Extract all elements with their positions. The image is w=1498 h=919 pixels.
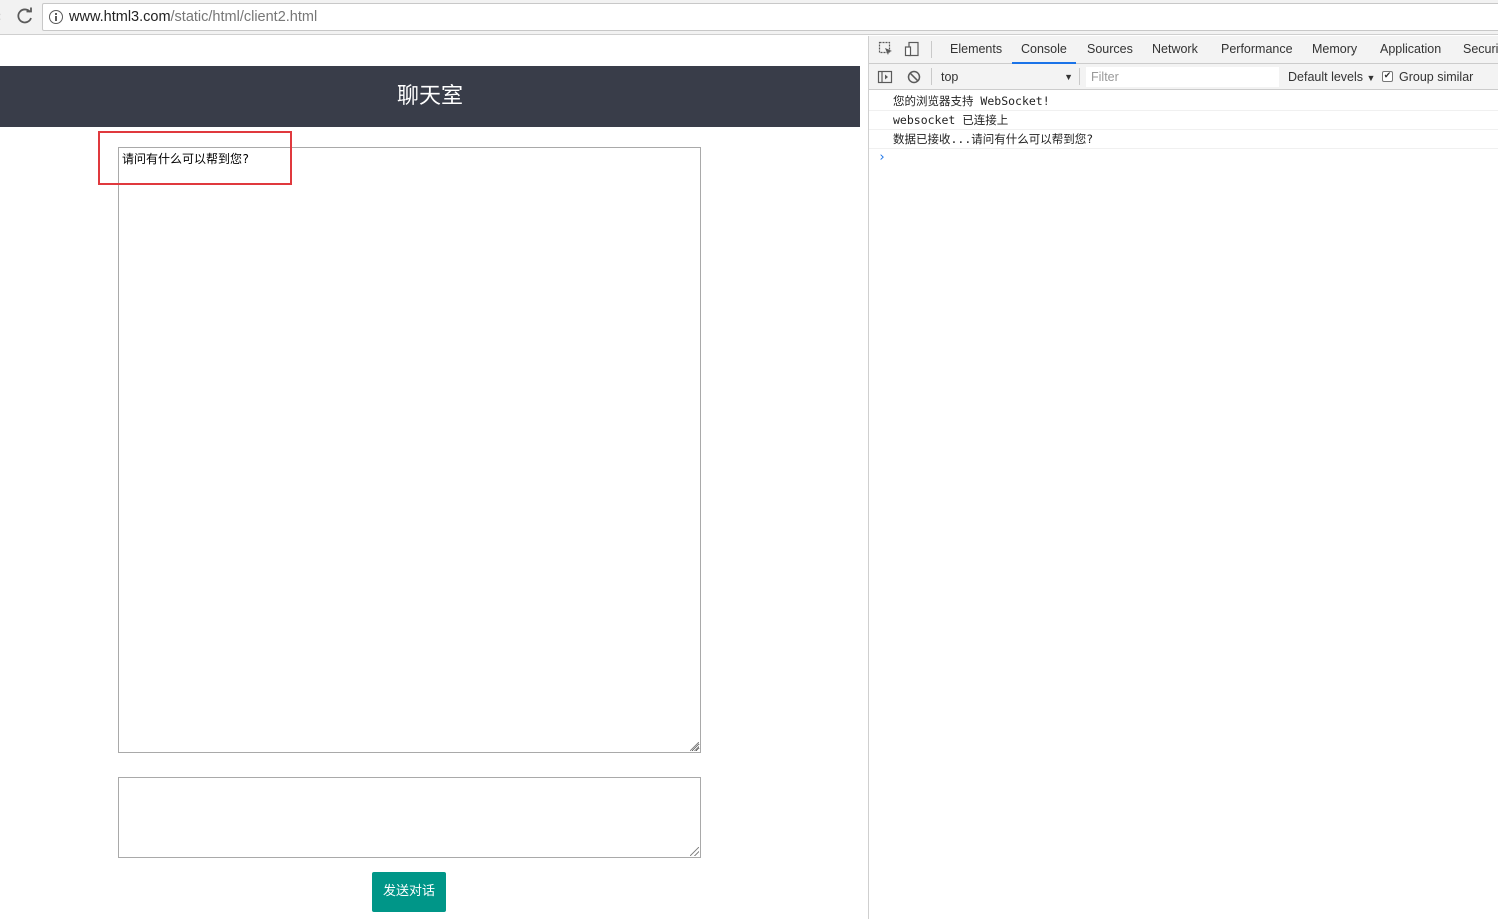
levels-label: Default levels <box>1288 70 1364 84</box>
url-host: www.html3.com <box>69 9 171 25</box>
group-similar-label: Group similar <box>1399 70 1474 84</box>
message-line: 请问有什么可以帮到您? <box>122 152 250 166</box>
message-display[interactable]: 请问有什么可以帮到您? <box>118 147 701 753</box>
url-path: /static/html/client2.html <box>170 9 318 25</box>
devtools-panel: Elements Console Sources Network Perform… <box>868 36 1498 919</box>
context-select[interactable]: top ▼ <box>941 68 1073 86</box>
tab-security[interactable]: Securi <box>1463 36 1498 64</box>
console-prompt-icon[interactable]: › <box>869 149 1498 168</box>
dropdown-arrow-icon: ▼ <box>1064 72 1073 82</box>
chat-page: 聊天室 请问有什么可以帮到您? 发送对话 <box>0 36 868 919</box>
resize-grip-icon[interactable] <box>690 742 699 751</box>
url-text[interactable]: www.html3.com/static/html/client2.html <box>69 8 317 26</box>
reload-icon[interactable] <box>15 6 35 26</box>
tab-elements[interactable]: Elements <box>950 36 1002 64</box>
devtools-tabbar: Elements Console Sources Network Perform… <box>869 36 1498 64</box>
default-levels-dropdown[interactable]: Default levels ▼ <box>1288 68 1375 87</box>
browser-toolbar: ‹ www.html3.com/static/html/client2.html <box>0 0 1498 35</box>
device-toolbar-icon[interactable] <box>904 41 920 57</box>
message-input[interactable] <box>118 777 701 858</box>
sidebar-toggle-icon[interactable] <box>877 69 893 85</box>
console-log-line: websocket 已连接上 <box>869 111 1498 130</box>
console-toolbar: top ▼ Filter Default levels ▼ ✔ Group si… <box>869 64 1498 90</box>
chat-header: 聊天室 <box>0 66 860 127</box>
filter-input[interactable]: Filter <box>1086 67 1279 87</box>
console-log-line: 数据已接收...请问有什么可以帮到您? <box>869 130 1498 149</box>
tab-console[interactable]: Console <box>1012 36 1076 64</box>
tab-application[interactable]: Application <box>1380 36 1441 64</box>
tab-memory[interactable]: Memory <box>1312 36 1357 64</box>
send-button[interactable]: 发送对话 <box>372 872 446 912</box>
dropdown-arrow-icon: ▼ <box>1366 73 1376 83</box>
page-title: 聊天室 <box>396 84 463 109</box>
back-icon[interactable]: ‹ <box>0 8 6 26</box>
inspect-element-icon[interactable] <box>878 41 894 57</box>
tab-performance[interactable]: Performance <box>1221 36 1293 64</box>
toolbar-separator <box>1079 68 1080 85</box>
console-log-line: 您的浏览器支持 WebSocket! <box>869 92 1498 111</box>
info-icon[interactable] <box>49 10 63 24</box>
toolbar-separator <box>931 68 932 85</box>
address-bar[interactable]: www.html3.com/static/html/client2.html <box>42 3 1498 31</box>
tab-sources[interactable]: Sources <box>1087 36 1133 64</box>
clear-console-icon[interactable] <box>906 69 922 85</box>
console-output: 您的浏览器支持 WebSocket! websocket 已连接上 数据已接收.… <box>869 92 1498 168</box>
tab-network[interactable]: Network <box>1152 36 1198 64</box>
group-similar-checkbox[interactable]: ✔ <box>1382 71 1393 82</box>
tab-separator <box>931 41 932 58</box>
resize-grip-icon[interactable] <box>690 847 699 856</box>
context-value: top <box>941 70 959 84</box>
